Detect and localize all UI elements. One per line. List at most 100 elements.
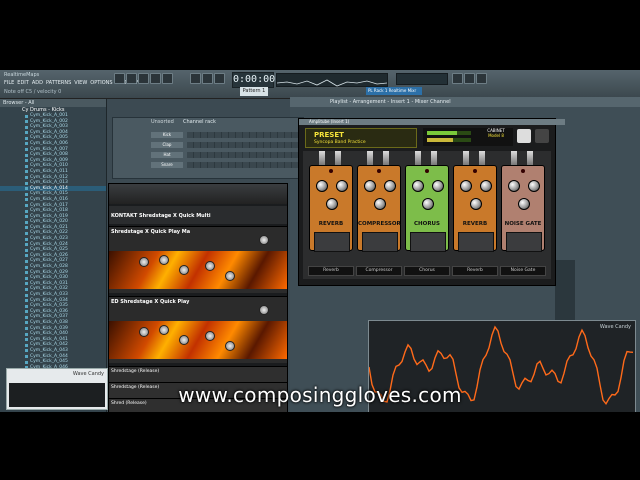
step-sequencer[interactable] bbox=[187, 152, 299, 158]
pedal-knob[interactable] bbox=[460, 180, 472, 192]
channel-rack: Channel rack Unsorted Kick Clap Hat Snare bbox=[112, 117, 304, 179]
knob[interactable] bbox=[225, 271, 235, 281]
menu-item[interactable]: PATTERNS bbox=[46, 80, 71, 86]
countdown-button[interactable] bbox=[214, 73, 225, 84]
knob[interactable] bbox=[159, 255, 169, 265]
volume-knob[interactable] bbox=[259, 305, 269, 315]
stomp-pedal[interactable]: REVERB bbox=[453, 165, 497, 252]
pedal-knob[interactable] bbox=[336, 180, 348, 192]
toolbar-icon[interactable] bbox=[476, 73, 487, 84]
record-button[interactable] bbox=[138, 73, 149, 84]
hint-panel: PL Rack 1 Realtime Mixr bbox=[366, 87, 422, 95]
pedal-knob[interactable] bbox=[422, 198, 434, 210]
menu-item[interactable]: EDIT bbox=[17, 80, 29, 86]
main-toolbar: RealtimeMaps FILE EDIT ADD PATTERNS VIEW OPTI… bbox=[0, 70, 640, 99]
cable-jack bbox=[431, 151, 437, 165]
stomp-pedal[interactable]: REVERB bbox=[309, 165, 353, 252]
pedal-knob[interactable] bbox=[470, 198, 482, 210]
slot-name: Shredstage (Release) bbox=[111, 369, 160, 374]
pattern-selector[interactable]: Pattern 1 bbox=[240, 87, 268, 96]
playlist-title: Playlist - Arrangement - Insert 1 - Mixe… bbox=[290, 97, 640, 107]
footswitch[interactable] bbox=[362, 232, 398, 252]
pedal-knob[interactable] bbox=[374, 198, 386, 210]
stomp-pedal[interactable]: COMPRESSOR bbox=[357, 165, 401, 252]
knob[interactable] bbox=[205, 331, 215, 341]
knob[interactable] bbox=[225, 341, 235, 351]
channel-name[interactable]: Snare bbox=[151, 162, 183, 168]
metronome-button[interactable] bbox=[190, 73, 201, 84]
browser-header: Browser - All bbox=[0, 99, 106, 107]
pedal-knob[interactable] bbox=[432, 180, 444, 192]
pedal-knob[interactable] bbox=[518, 198, 530, 210]
led-icon bbox=[521, 169, 525, 173]
power-icon[interactable] bbox=[517, 129, 531, 143]
cable-jack bbox=[383, 151, 389, 165]
pedal-selector[interactable]: Compressor bbox=[356, 266, 402, 276]
step-sequencer[interactable] bbox=[187, 162, 299, 168]
pedal-knob[interactable] bbox=[480, 180, 492, 192]
volume-knob[interactable] bbox=[259, 235, 269, 245]
channel-row[interactable]: Hat bbox=[121, 152, 301, 158]
stomp-pedal[interactable]: CHORUS bbox=[405, 165, 449, 252]
preset-panel[interactable]: PRESET Syncopa Band Practice bbox=[305, 128, 417, 148]
channel-row[interactable]: Snare bbox=[121, 162, 301, 168]
channel-name[interactable]: Kick bbox=[151, 132, 183, 138]
tempo-button[interactable] bbox=[162, 73, 173, 84]
menu-item[interactable]: ADD bbox=[32, 80, 43, 86]
toolbar-icon[interactable] bbox=[452, 73, 463, 84]
channel-name[interactable]: Hat bbox=[151, 152, 183, 158]
pedal-selector[interactable]: Reverb bbox=[452, 266, 498, 276]
pedal-selector[interactable]: Reverb bbox=[308, 266, 354, 276]
pedal-label: COMPRESSOR bbox=[358, 221, 401, 227]
wave-candy-left-label: Wave Candy bbox=[72, 371, 104, 377]
footswitch[interactable] bbox=[458, 232, 494, 252]
pedal-knob[interactable] bbox=[364, 180, 376, 192]
footswitch[interactable] bbox=[314, 232, 350, 252]
knob[interactable] bbox=[179, 265, 189, 275]
cpu-meter bbox=[396, 73, 448, 85]
cable-jack bbox=[367, 151, 373, 165]
kontakt-instrument[interactable]: Shredstage X Quick Play Ma bbox=[109, 226, 287, 293]
pedal-knob[interactable] bbox=[316, 180, 328, 192]
menu-item[interactable]: FILE bbox=[4, 80, 14, 86]
knob[interactable] bbox=[139, 257, 149, 267]
pedal-selector[interactable]: Noise Gate bbox=[500, 266, 546, 276]
settings-icon[interactable] bbox=[535, 129, 549, 143]
cabinet-panel[interactable]: CABINET Model 8 bbox=[479, 128, 513, 146]
channel-name[interactable]: Clap bbox=[151, 142, 183, 148]
channel-row[interactable]: Kick bbox=[121, 132, 301, 138]
knob[interactable] bbox=[179, 335, 189, 345]
song-mode-button[interactable] bbox=[150, 73, 161, 84]
menu-item[interactable]: VIEW bbox=[74, 80, 87, 86]
play-button[interactable] bbox=[114, 73, 125, 84]
step-sequencer[interactable] bbox=[187, 142, 299, 148]
amplitube-plugin: Amplitube (Insert 1) PRESET Syncopa Band… bbox=[298, 118, 565, 286]
pedal-knob[interactable] bbox=[384, 180, 396, 192]
knob[interactable] bbox=[159, 325, 169, 335]
knob[interactable] bbox=[205, 261, 215, 271]
instrument-artwork bbox=[109, 321, 287, 359]
cable-jack bbox=[527, 151, 533, 165]
pedal-knob[interactable] bbox=[412, 180, 424, 192]
wait-button[interactable] bbox=[202, 73, 213, 84]
knob[interactable] bbox=[139, 327, 149, 337]
pedal-knob[interactable] bbox=[528, 180, 540, 192]
kontakt-slot[interactable]: Shredstage (Release) bbox=[109, 366, 287, 383]
toolbar-icon[interactable] bbox=[464, 73, 475, 84]
pedal-knob[interactable] bbox=[326, 198, 338, 210]
kontakt-toolbar bbox=[109, 184, 287, 204]
app-title: RealtimeMaps bbox=[4, 72, 40, 78]
menu-item[interactable]: OPTIONS bbox=[90, 80, 112, 86]
footswitch[interactable] bbox=[506, 232, 542, 252]
pedal-knob[interactable] bbox=[508, 180, 520, 192]
pedal-selector[interactable]: Chorus bbox=[404, 266, 450, 276]
channel-rack-group[interactable]: Unsorted bbox=[151, 119, 174, 125]
channel-row[interactable]: Clap bbox=[121, 142, 301, 148]
kontakt-instrument[interactable]: ED Shredstage X Quick Play bbox=[109, 296, 287, 363]
led-icon bbox=[329, 169, 333, 173]
stomp-pedal[interactable]: NOISE GATE bbox=[501, 165, 545, 252]
step-sequencer[interactable] bbox=[187, 132, 299, 138]
footswitch[interactable] bbox=[410, 232, 446, 252]
stop-button[interactable] bbox=[126, 73, 137, 84]
instrument-name: Shredstage X Quick Play Ma bbox=[111, 229, 191, 235]
